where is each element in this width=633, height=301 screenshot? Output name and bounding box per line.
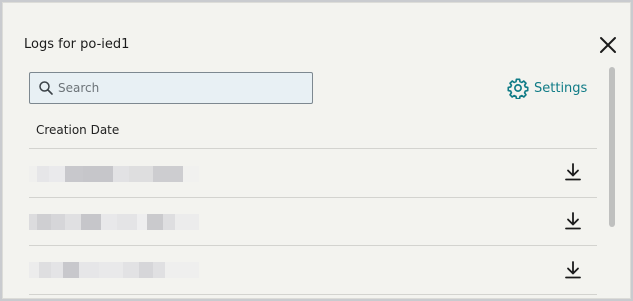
download-icon — [565, 212, 581, 230]
close-button[interactable] — [598, 35, 618, 55]
row-divider — [29, 294, 597, 295]
download-icon — [565, 261, 581, 279]
row-divider — [29, 245, 597, 246]
row-divider — [29, 197, 597, 198]
download-icon — [565, 163, 581, 181]
search-icon — [39, 81, 53, 95]
search-input[interactable] — [58, 81, 298, 95]
header-divider — [29, 148, 597, 149]
download-button-1[interactable] — [562, 210, 584, 232]
table-row-1-date — [29, 214, 199, 230]
scrollbar-thumb[interactable] — [609, 67, 615, 227]
search-box[interactable] — [29, 72, 313, 104]
table-row-0-date — [29, 166, 199, 182]
column-header-creation-date[interactable]: Creation Date — [36, 123, 119, 137]
gear-icon — [507, 78, 529, 99]
download-button-2[interactable] — [562, 259, 584, 281]
download-button-0[interactable] — [562, 161, 584, 183]
logs-dialog: Logs for po-ied1 Settings Creation Date — [2, 2, 631, 299]
dialog-title: Logs for po-ied1 — [24, 37, 130, 52]
close-icon — [600, 37, 616, 53]
settings-button[interactable]: Settings — [507, 76, 587, 100]
table-row-2-date — [29, 262, 199, 278]
settings-label: Settings — [534, 80, 588, 96]
